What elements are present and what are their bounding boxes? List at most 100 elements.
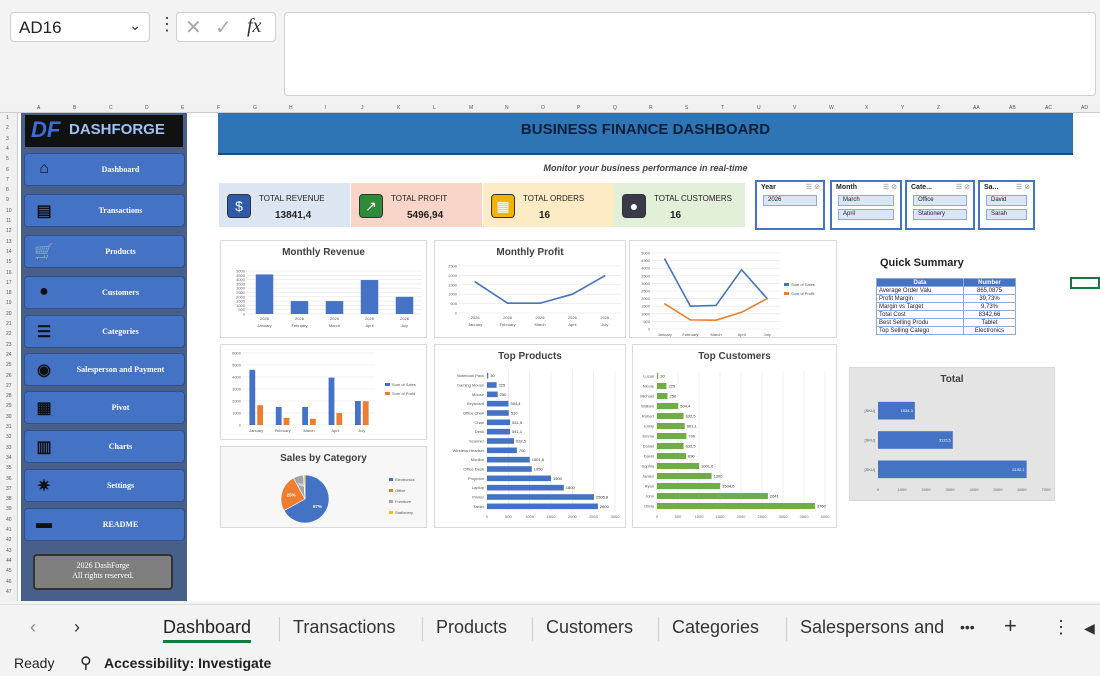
row-header[interactable]: 39 (6, 506, 12, 512)
row-header[interactable]: 31 (6, 424, 12, 430)
more-options-icon[interactable]: ⋮ (158, 14, 176, 35)
row-header[interactable]: 3 (6, 136, 9, 142)
name-box[interactable]: AD16 ⌄ (10, 12, 150, 42)
next-sheet-icon[interactable]: › (74, 617, 80, 638)
tab-customers[interactable]: Customers (546, 617, 633, 638)
row-header[interactable]: 24 (6, 352, 12, 358)
table-cell[interactable]: 39,73% (963, 294, 1016, 303)
column-header[interactable]: I (325, 105, 326, 111)
tab-transactions[interactable]: Transactions (293, 617, 395, 638)
top-customers-chart[interactable]: Top Customers 0 500 1000 1500 2000 2500 3000 35… (632, 344, 837, 528)
row-header[interactable]: 9 (6, 197, 9, 203)
accessibility-icon[interactable]: ⚲ (80, 653, 92, 673)
row-header[interactable]: 5 (6, 156, 9, 162)
row-header[interactable]: 37 (6, 486, 12, 492)
slicer-item[interactable]: David (986, 195, 1027, 206)
table-cell[interactable]: Total Cost (876, 310, 964, 319)
filter-icon[interactable]: ☰ ⊘ (806, 183, 820, 191)
row-header[interactable]: 32 (6, 434, 12, 440)
row-header[interactable]: 45 (6, 568, 12, 574)
sidebar-item-readme[interactable]: ▬ README (24, 508, 185, 541)
column-header[interactable]: S (685, 105, 688, 111)
column-header[interactable]: D (145, 105, 149, 111)
row-header[interactable]: 25 (6, 362, 12, 368)
slicer-year[interactable]: Year ☰ ⊘ 2026 (755, 180, 825, 230)
prev-sheet-icon[interactable]: ‹ (30, 617, 36, 638)
filter-icon[interactable]: ☰ ⊘ (956, 183, 970, 191)
total-chart[interactable]: Total 0 1000 2000 3000 4000 5000 6000 7000 [SKU]… (849, 367, 1055, 501)
row-header[interactable]: 2 (6, 125, 9, 131)
tab-products[interactable]: Products (436, 617, 507, 638)
sidebar-item-salesperson-and-payment[interactable]: ◉ Salesperson and Payment (24, 353, 185, 386)
column-header[interactable]: F (217, 105, 220, 111)
chevron-down-icon[interactable]: ⌄ (129, 17, 141, 34)
row-header[interactable]: 12 (6, 228, 12, 234)
formula-input[interactable] (284, 12, 1096, 96)
row-header[interactable]: 34 (6, 455, 12, 461)
column-header[interactable]: P (577, 105, 580, 111)
column-header[interactable]: A (37, 105, 40, 111)
slicer-cate[interactable]: Cate... ☰ ⊘ Office Stationery (905, 180, 975, 230)
sidebar-item-customers[interactable]: ● Customers (24, 276, 185, 309)
column-header[interactable]: Y (901, 105, 904, 111)
monthly-revenue-chart[interactable]: Monthly Revenue 0 500 1000 1500 2000 2500 3000… (220, 240, 427, 338)
column-header[interactable]: X (865, 105, 868, 111)
column-header[interactable]: M (469, 105, 473, 111)
filter-icon[interactable]: ☰ ⊘ (883, 183, 897, 191)
row-header[interactable]: 44 (6, 558, 12, 564)
column-header[interactable]: AD (1081, 105, 1088, 111)
accessibility-status[interactable]: Accessibility: Investigate (104, 655, 271, 671)
row-header[interactable]: 29 (6, 403, 12, 409)
table-cell[interactable]: Electronics (963, 326, 1016, 335)
column-header[interactable]: N (505, 105, 509, 111)
row-header[interactable]: 4 (6, 146, 9, 152)
column-header[interactable]: G (253, 105, 257, 111)
table-cell[interactable]: Tablet (963, 318, 1016, 327)
column-header[interactable]: Number (963, 278, 1016, 287)
sidebar-item-charts[interactable]: ▥ Charts (24, 430, 185, 463)
row-header[interactable]: 33 (6, 445, 12, 451)
row-header[interactable]: 15 (6, 259, 12, 265)
filter-icon[interactable]: ☰ ⊘ (1016, 183, 1030, 191)
row-header[interactable]: 10 (6, 208, 12, 214)
column-header[interactable]: B (73, 105, 76, 111)
row-header[interactable]: 30 (6, 414, 12, 420)
row-header[interactable]: 14 (6, 249, 12, 255)
column-header[interactable]: K (397, 105, 400, 111)
sidebar-item-pivot[interactable]: ▦ Pivot (24, 391, 185, 424)
sidebar-item-settings[interactable]: ✷ Settings (24, 469, 185, 502)
column-header[interactable]: J (361, 105, 364, 111)
confirm-icon[interactable]: ✓ (215, 15, 232, 40)
slicer-month[interactable]: Month ☰ ⊘ March April (830, 180, 902, 230)
row-header[interactable]: 21 (6, 321, 12, 327)
column-header[interactable]: V (793, 105, 796, 111)
tab-salespersons[interactable]: Salespersons and (800, 617, 944, 638)
row-header[interactable]: 38 (6, 496, 12, 502)
slicer-item[interactable]: April (838, 209, 894, 220)
column-header[interactable]: R (649, 105, 653, 111)
table-cell[interactable]: Top Selling Catego (876, 326, 964, 335)
table-cell[interactable]: Margin vs Target (876, 302, 964, 311)
add-sheet-icon[interactable]: + (1004, 613, 1017, 639)
sales-profit-line-chart[interactable]: 0 500 1000 1500 2000 2500 3000 3500 4000 4500 5000… (629, 240, 837, 338)
row-header[interactable]: 46 (6, 579, 12, 585)
row-header[interactable]: 16 (6, 270, 12, 276)
row-header[interactable]: 17 (6, 280, 12, 286)
fx-icon[interactable]: fx (247, 15, 261, 38)
table-cell[interactable]: 8342,66 (963, 310, 1016, 319)
column-header[interactable]: Q (613, 105, 617, 111)
column-header[interactable]: AC (1045, 105, 1052, 111)
table-cell[interactable]: Profit Margin (876, 294, 964, 303)
row-header[interactable]: 19 (6, 300, 12, 306)
sidebar-item-products[interactable]: 🛒 Products (24, 235, 185, 268)
column-header[interactable]: AB (1009, 105, 1016, 111)
more-sheets-icon[interactable]: ••• (960, 619, 975, 635)
row-header[interactable]: 35 (6, 465, 12, 471)
column-header[interactable]: W (829, 105, 834, 111)
tab-categories[interactable]: Categories (672, 617, 759, 638)
row-header[interactable]: 1 (6, 115, 9, 121)
sidebar-item-transactions[interactable]: ▤ Transactions (24, 194, 185, 227)
table-cell[interactable]: Best Selling Produ (876, 318, 964, 327)
sheet-options-icon[interactable]: ⋮ (1052, 617, 1070, 638)
row-header[interactable]: 28 (6, 393, 12, 399)
